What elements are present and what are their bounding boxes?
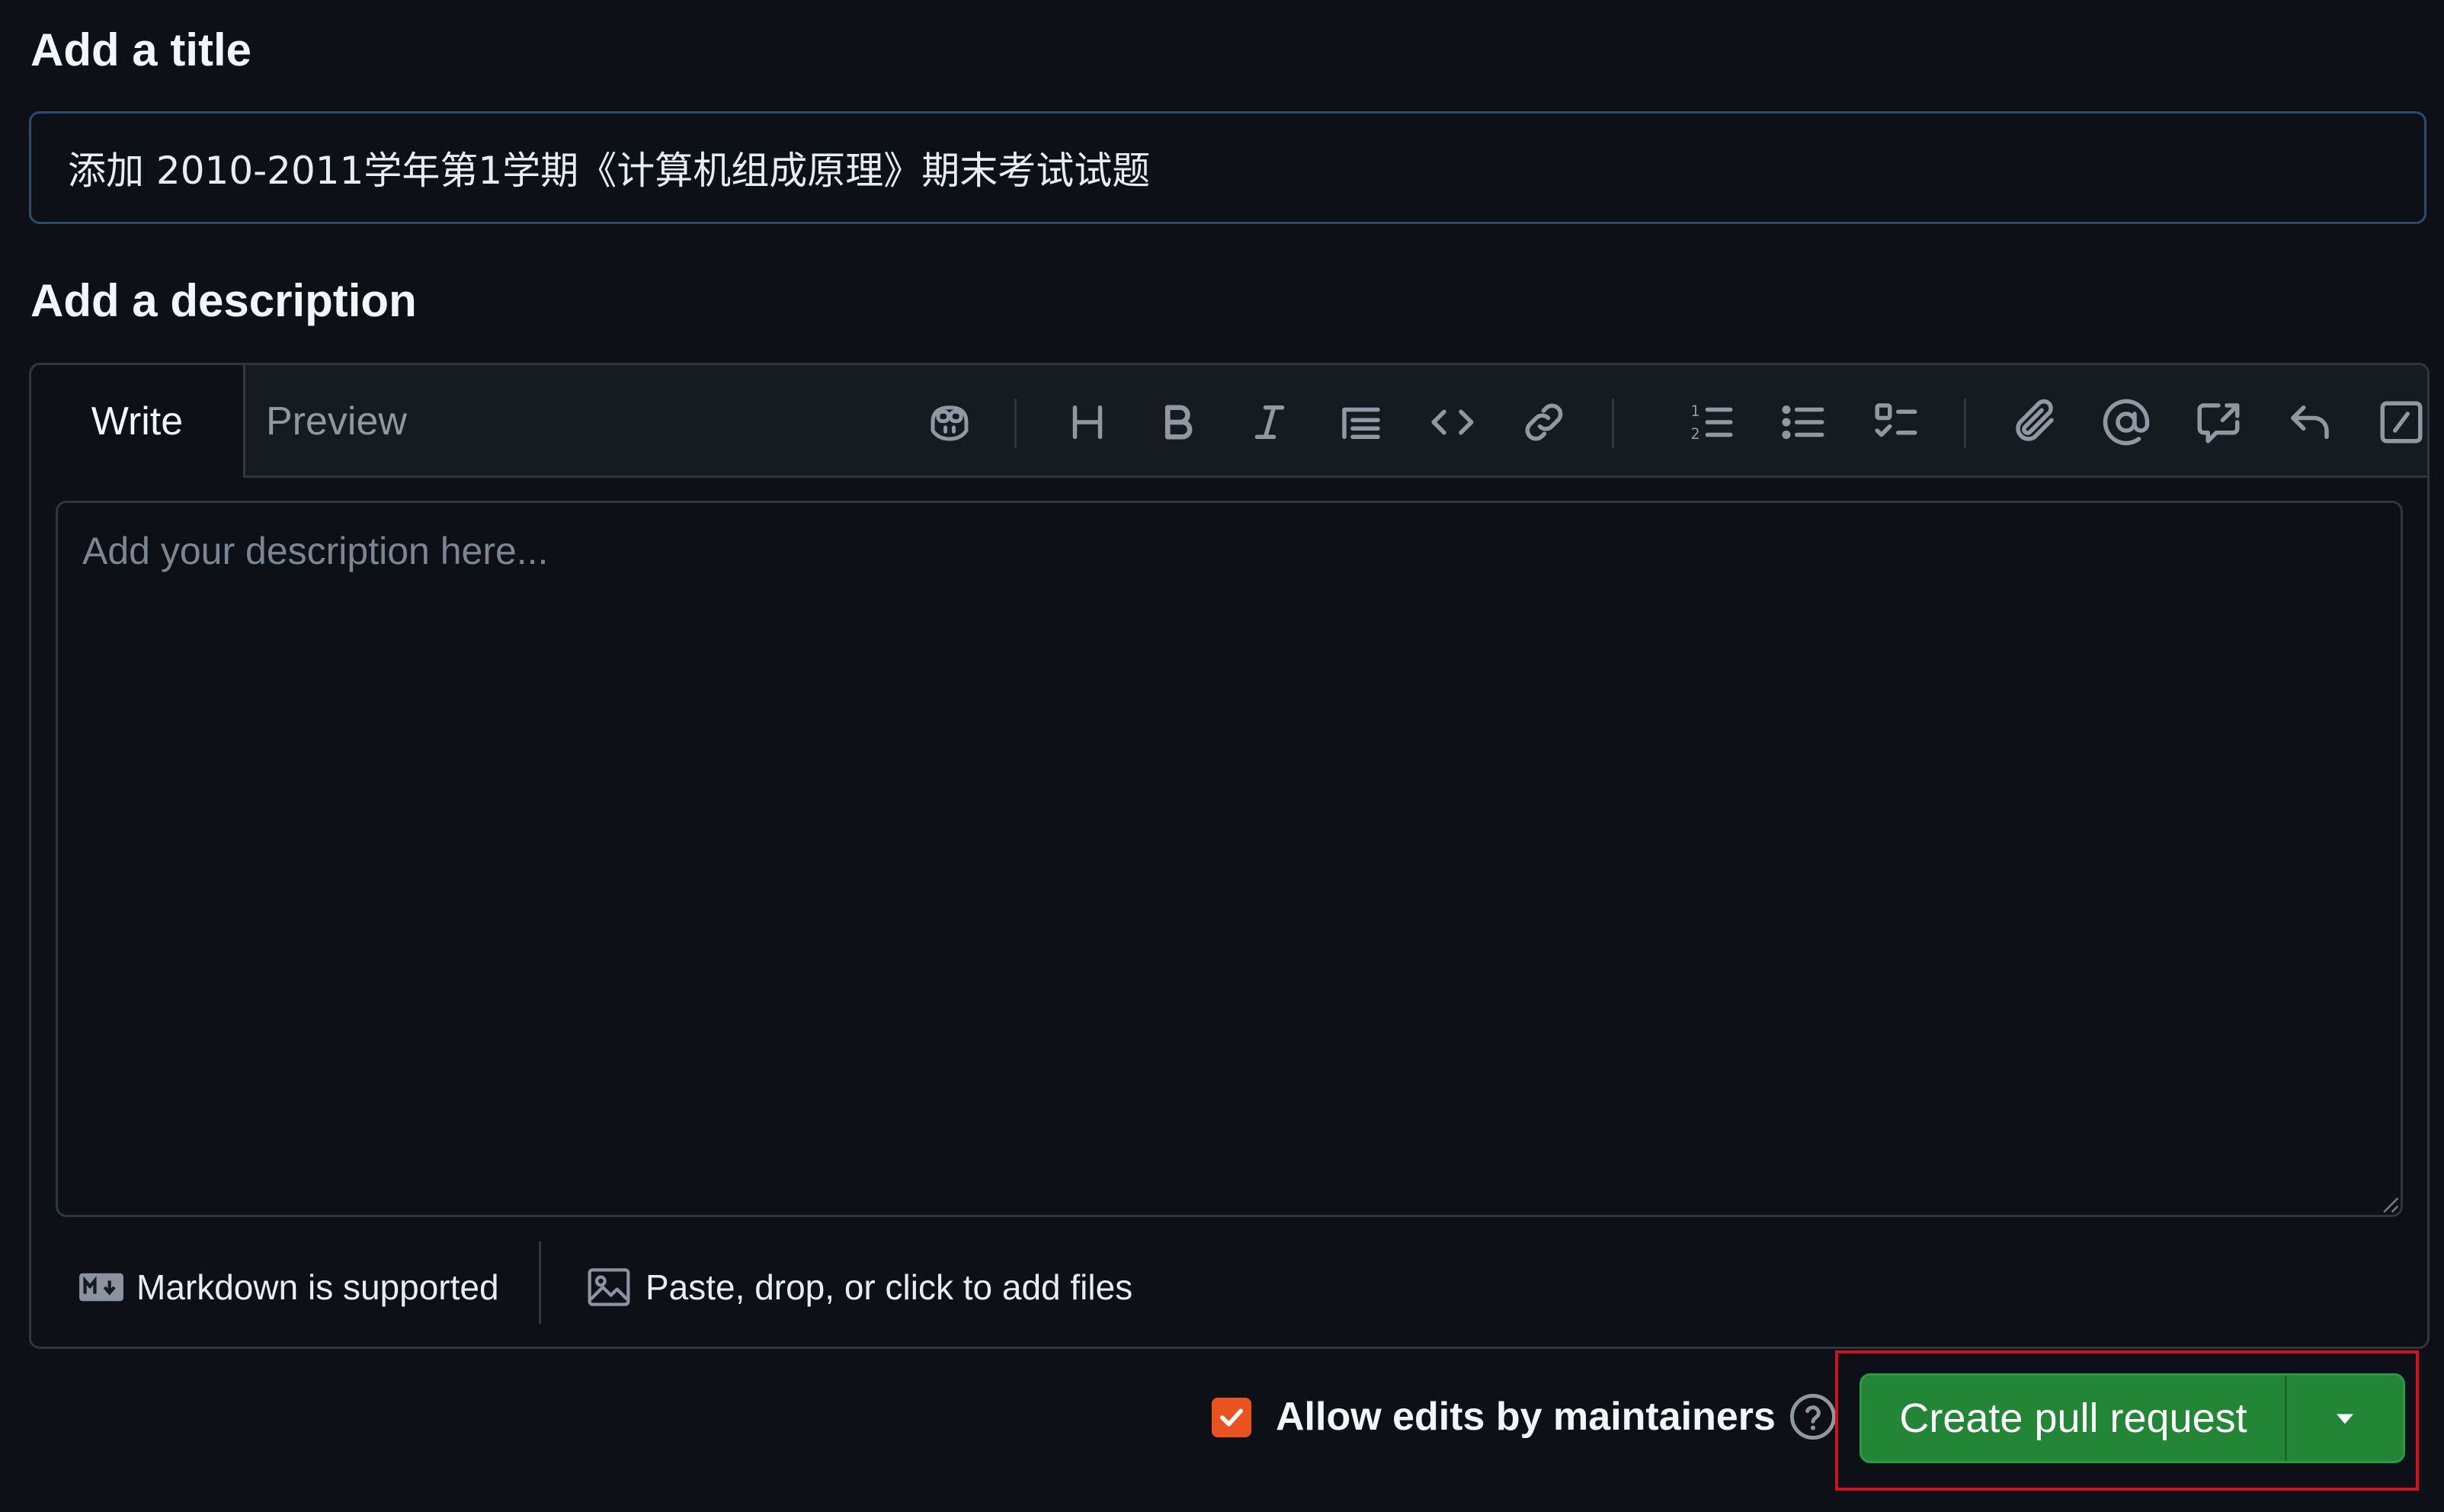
cross-reference-icon[interactable] <box>2192 396 2245 449</box>
link-icon[interactable] <box>1517 396 1571 449</box>
task-list-icon[interactable] <box>1869 396 1923 449</box>
title-input[interactable] <box>29 111 2426 224</box>
title-label: Add a title <box>30 24 252 75</box>
add-files-text: Paste, drop, or click to add files <box>645 1267 1133 1307</box>
toolbar-separator <box>1014 399 1017 447</box>
image-icon <box>588 1268 630 1306</box>
code-icon[interactable] <box>1426 396 1479 449</box>
create-pull-request-label[interactable]: Create pull request <box>1862 1376 2285 1461</box>
svg-text:1: 1 <box>1691 402 1700 420</box>
allow-edits-checkbox[interactable] <box>1212 1398 1251 1437</box>
copilot-icon[interactable] <box>923 396 976 449</box>
add-files-button[interactable]: Paste, drop, or click to add files <box>585 1257 1132 1318</box>
svg-text:2: 2 <box>1691 425 1700 443</box>
quote-icon[interactable] <box>1334 396 1388 449</box>
markdown-note: Markdown is supported <box>78 1257 499 1318</box>
description-textarea[interactable] <box>56 501 2403 1217</box>
description-label: Add a description <box>30 275 417 326</box>
mention-icon[interactable] <box>2100 396 2153 449</box>
attach-icon[interactable] <box>2008 396 2061 449</box>
italic-icon[interactable] <box>1243 396 1296 449</box>
ordered-list-icon[interactable]: 12 <box>1685 396 1738 449</box>
markdown-note-text: Markdown is supported <box>136 1267 499 1307</box>
toolbar-separator <box>1612 399 1614 447</box>
caret-down-icon <box>2337 1414 2353 1424</box>
footer-separator <box>539 1241 541 1324</box>
bold-icon[interactable] <box>1152 396 1205 449</box>
slash-command-icon[interactable] <box>2375 396 2427 449</box>
help-icon[interactable] <box>1788 1392 1838 1442</box>
heading-icon[interactable] <box>1061 396 1114 449</box>
resize-grip-icon[interactable] <box>2380 1194 2400 1214</box>
markdown-icon <box>79 1273 123 1302</box>
tab-write[interactable]: Write <box>31 365 245 478</box>
allow-edits-label: Allow edits by maintainers <box>1276 1395 1776 1439</box>
toolbar-separator <box>1964 399 1966 447</box>
check-icon <box>1219 1408 1244 1427</box>
tab-preview[interactable]: Preview <box>266 365 407 478</box>
description-editor: Write Preview 1 2 Add your description h… <box>29 363 2430 1349</box>
editor-header: Write Preview 1 2 <box>31 365 2427 478</box>
create-pull-request-button[interactable]: Create pull request <box>1859 1373 2405 1463</box>
create-options-dropdown[interactable] <box>2287 1376 2403 1461</box>
saved-reply-icon[interactable] <box>2283 396 2337 449</box>
unordered-list-icon[interactable] <box>1776 396 1830 449</box>
